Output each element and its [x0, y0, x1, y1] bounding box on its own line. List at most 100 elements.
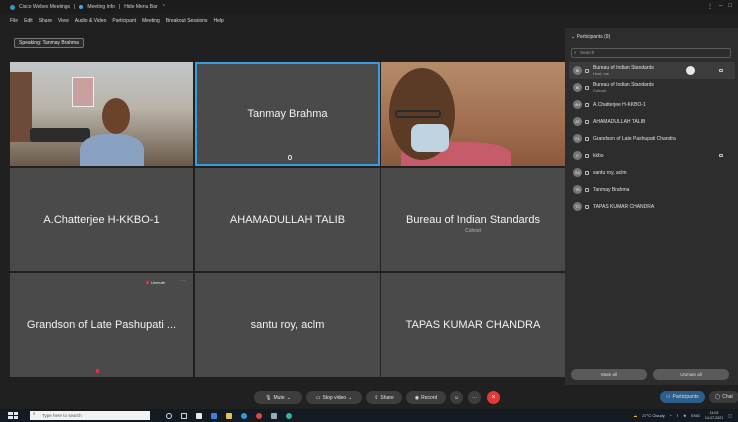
participant-row[interactable]: BI Bureau of Indian Standards Host, me: [569, 62, 735, 79]
participant-name: AHAMADULLAH TALIB: [593, 118, 646, 125]
unmute-all-button[interactable]: Unmute all: [653, 369, 729, 380]
avatar: K: [573, 151, 582, 160]
chat-tab[interactable]: ◯ Chat: [708, 391, 738, 403]
share-button[interactable]: ⇪ Share: [366, 391, 402, 404]
muted-microphone-icon: [96, 369, 99, 373]
hide-menu-bar-tab[interactable]: Hide Menu Bar: [124, 4, 157, 10]
tray-chevron-icon[interactable]: ^: [670, 413, 672, 418]
mute-button[interactable]: 🎙︎ Mute ⌄: [254, 391, 302, 404]
participant-role: Cohost: [593, 87, 606, 93]
avatar: GL: [573, 134, 582, 143]
participants-tab[interactable]: ⚇ Participants: [660, 391, 705, 403]
smiley-icon: ☺: [453, 394, 460, 401]
video-tile-santu-roy[interactable]: santu roy, aclm: [195, 273, 380, 377]
avatar: TC: [573, 202, 582, 211]
participant-row[interactable]: TB Tanmay Brahma: [569, 181, 735, 198]
menu-meeting[interactable]: Meeting: [142, 18, 160, 24]
video-tile-ahamadullah-talib[interactable]: AHAMADULLAH TALIB: [195, 168, 380, 271]
poster-image: [72, 77, 94, 107]
explorer-icon[interactable]: [226, 412, 232, 419]
close-icon: ×: [491, 394, 496, 401]
phone-icon: [585, 136, 589, 141]
video-tile-camera-3[interactable]: [381, 62, 565, 166]
record-button[interactable]: ◉ Record: [406, 391, 446, 404]
reactions-button[interactable]: ☺: [450, 391, 463, 404]
microphone-icon: 🎙︎: [265, 394, 272, 401]
windows-start-icon[interactable]: [8, 412, 18, 419]
window-controls: ⋮ – □: [707, 3, 732, 10]
unmute-badge[interactable]: Unmute: [146, 280, 165, 285]
calculator-icon[interactable]: [271, 412, 277, 419]
minimize-icon[interactable]: –: [719, 3, 722, 10]
weather-text[interactable]: 27°C Cloudy: [642, 413, 665, 418]
phone-icon: [585, 204, 589, 209]
participant-name: kkbo: [593, 152, 604, 159]
menu-audio-video[interactable]: Audio & Video: [75, 18, 107, 24]
clock[interactable]: 11:03 14-07-2021: [705, 411, 723, 420]
participants-search-input[interactable]: ⌕ Search: [571, 48, 731, 58]
avatar: AH: [573, 100, 582, 109]
video-tile-tapas-kumar-chandra[interactable]: TAPAS KUMAR CHANDRA: [381, 273, 565, 377]
participant-row[interactable]: GL Grandson of Late Pashupati Chandra: [569, 130, 735, 147]
app-title: Cisco Webex Meetings: [19, 4, 71, 10]
menu-view[interactable]: View: [58, 18, 69, 24]
participant-name: Grandson of Late Pashupati Chandra: [593, 135, 676, 142]
edge-icon[interactable]: [241, 412, 247, 419]
more-options-button[interactable]: ···: [468, 391, 481, 404]
chevron-up-icon[interactable]: ⌃: [162, 4, 166, 10]
participants-title[interactable]: ⌄ Participants (9): [571, 34, 610, 40]
participant-row[interactable]: AH A.Chatterjee H-KKBO-1: [569, 96, 735, 113]
task-view-icon[interactable]: [181, 412, 187, 419]
more-icon[interactable]: ⋮: [707, 3, 713, 10]
menu-help[interactable]: Help: [214, 18, 224, 24]
participant-row[interactable]: AT AHAMADULLAH TALIB: [569, 113, 735, 130]
share-icon: ⇪: [374, 394, 379, 401]
title-bar: Cisco Webex Meetings | Meeting Info | Hi…: [0, 0, 738, 14]
glasses: [395, 110, 441, 118]
cortana-icon[interactable]: [166, 412, 172, 419]
network-icon[interactable]: ⌇: [677, 413, 679, 418]
mute-toggle-icon[interactable]: [686, 66, 695, 75]
leave-meeting-button[interactable]: ×: [487, 391, 500, 404]
more-options-icon[interactable]: ···: [180, 278, 185, 284]
participant-row[interactable]: SA santu roy, aclm: [569, 164, 735, 181]
menu-edit[interactable]: Edit: [24, 18, 33, 24]
participant-name: TAPAS KUMAR CHANDRA: [593, 203, 655, 210]
windows-taskbar: ⌕ Type here to search ☁ 27°C Cloudy ^ ⌇ …: [0, 409, 738, 422]
search-icon: ⌕: [33, 411, 36, 416]
menu-participant[interactable]: Participant: [112, 18, 136, 24]
participant-row[interactable]: TC TAPAS KUMAR CHANDRA: [569, 198, 735, 215]
taskbar-search-input[interactable]: ⌕ Type here to search: [30, 411, 150, 420]
mute-all-button[interactable]: Mute all: [571, 369, 647, 380]
weather-icon: ☁: [633, 413, 638, 418]
tile-name: Bureau of Indian Standards: [406, 213, 540, 226]
webex-window: Cisco Webex Meetings | Meeting Info | Hi…: [0, 0, 738, 422]
notification-icon[interactable]: ▢: [728, 413, 732, 418]
participant-row[interactable]: BI Bureau of Indian Standards Cohost: [569, 79, 735, 96]
panel-tabs: ⚇ Participants ◯ Chat: [660, 391, 738, 403]
stop-video-button[interactable]: ▭ Stop video ⌄: [306, 391, 362, 404]
participant-row[interactable]: K kkbo: [569, 147, 735, 164]
video-tile-camera-1[interactable]: [10, 62, 193, 166]
participants-list: BI Bureau of Indian Standards Host, me BI…: [569, 62, 735, 215]
menu-file[interactable]: File: [10, 18, 18, 24]
meeting-info-tab[interactable]: Meeting Info: [87, 4, 115, 10]
chevron-down-icon: ⌄: [348, 394, 353, 401]
menu-share[interactable]: Share: [39, 18, 52, 24]
video-tile-grandson-of-late-pashupati[interactable]: Unmute ··· Grandson of Late Pashupati ..…: [10, 273, 193, 377]
video-grid: Tanmay Brahma A.Chatterjee H-KKBO-1 AHAM…: [10, 62, 565, 377]
menu-breakout[interactable]: Breakout Sessions: [166, 18, 208, 24]
store-icon[interactable]: [196, 412, 202, 419]
language-indicator[interactable]: ENG: [691, 413, 700, 418]
device-icon: [585, 153, 589, 158]
bookshelf: [10, 72, 32, 142]
volume-icon[interactable]: 🔊︎: [684, 413, 687, 418]
video-tile-bureau-of-indian-standards[interactable]: Bureau of Indian Standards Cohost: [381, 168, 565, 271]
maximize-icon[interactable]: □: [728, 3, 732, 10]
video-tile-tanmay-brahma[interactable]: Tanmay Brahma: [195, 62, 380, 166]
video-tile-a-chatterjee[interactable]: A.Chatterjee H-KKBO-1: [10, 168, 193, 271]
mail-icon[interactable]: [211, 412, 217, 419]
webex-taskbar-icon[interactable]: [286, 412, 292, 419]
chat-icon: ◯: [714, 394, 721, 400]
chrome-icon[interactable]: [256, 412, 262, 419]
